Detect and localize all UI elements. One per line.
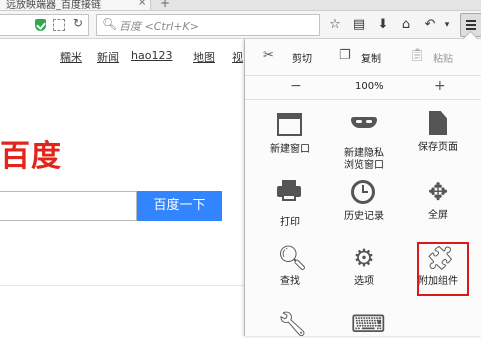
star-icon[interactable]: ☆ [326,16,344,34]
baidu-logo: 百度 [0,139,62,174]
addons-highlight-box [417,242,469,296]
developer-icon: ⌨ [351,310,386,338]
edit-controls: ✂ 剪切 ❐ 复制 📋︎ 粘贴 [245,39,481,76]
qr-icon[interactable] [53,19,65,31]
customize-wrench-icon: 🔧︎ [277,310,308,338]
options-button[interactable]: ⚙ 选项 [329,245,399,288]
fullscreen-button[interactable]: ✥ 全屏 [403,179,473,222]
tile-label: 全屏 [428,210,448,221]
nav-link-map[interactable]: 地图 [193,49,215,65]
download-icon[interactable]: ⬇ [374,16,392,34]
private-window-button[interactable]: 新建隐私浏览窗口 [329,111,399,172]
tile-label: 查找 [280,276,300,287]
zoom-level[interactable]: 100% [355,81,384,92]
undo-icon[interactable]: ↶ [421,16,439,34]
shield-icon[interactable] [35,19,46,31]
private-mask-icon [351,117,377,143]
nav-link-video[interactable]: 视 [232,49,243,65]
copy-button[interactable]: 复制 [361,50,381,65]
zoom-out-button[interactable]: − [290,78,302,94]
firefox-menu-panel: ✂ 剪切 ❐ 复制 📋︎ 粘贴 − 100% + 新建窗口 新建隐私浏览窗口 保… [244,39,481,337]
tile-label: 新建隐私浏览窗口 [344,148,384,171]
fullscreen-icon: ✥ [427,178,449,206]
baidu-search-button[interactable]: 百度一下 [137,191,222,221]
search-icon: 🔍︎ [102,17,118,31]
tab-strip: 远放映端器_百度接链 × + [0,0,481,11]
reading-list-icon[interactable]: ▤ [350,16,368,34]
save-page-icon [425,111,451,137]
navigation-toolbar: ↻ 🔍︎ 百度 <Ctrl+K> ☆ ▤ ⬇ ⌂ ↶ ▾ [0,11,481,39]
nav-link-hao123[interactable]: hao123 [131,49,172,62]
tile-label: 打印 [280,217,300,228]
find-button[interactable]: 🔍︎ 查找 [255,245,325,288]
tile-label: 选项 [354,276,374,287]
printer-icon [277,180,303,212]
dropdown-icon[interactable]: ▾ [438,16,456,34]
customize-button[interactable]: 🔧︎ [255,311,325,337]
tile-label: 保存页面 [418,142,458,153]
cut-button[interactable]: 剪切 [292,50,312,65]
close-tab-icon[interactable]: × [138,0,146,8]
options-gear-icon: ⚙ [353,244,375,272]
tile-label: 历史记录 [344,211,384,222]
paste-icon: 📋︎ [409,48,426,63]
reload-icon[interactable]: ↻ [73,16,83,30]
baidu-search-input[interactable] [0,191,137,221]
search-bar[interactable]: 🔍︎ 百度 <Ctrl+K> [96,14,320,36]
paste-button[interactable]: 粘贴 [433,50,453,65]
find-magnifier-icon: 🔍︎ [277,244,308,272]
active-tab[interactable]: 远放映端器_百度接链 × [0,0,151,10]
url-bar[interactable]: ↻ [0,14,89,36]
home-icon[interactable]: ⌂ [397,16,415,34]
tab-title: 远放映端器_百度接链 [6,0,101,10]
print-button[interactable]: 打印 [255,179,325,229]
history-clock-icon [351,180,377,206]
nav-link-news[interactable]: 新闻 [97,49,119,65]
new-window-button[interactable]: 新建窗口 [255,111,325,156]
new-window-icon [277,113,303,139]
history-button[interactable]: 历史记录 [329,179,399,223]
search-placeholder: 百度 <Ctrl+K> [119,20,199,33]
copy-icon: ❐ [339,48,351,63]
cut-icon: ✂ [263,48,274,63]
save-page-button[interactable]: 保存页面 [403,111,473,154]
zoom-in-button[interactable]: + [434,78,446,94]
divider [0,285,244,286]
nav-link-nuomi[interactable]: 糯米 [60,49,82,65]
zoom-controls: − 100% + [245,76,481,100]
tile-label: 新建窗口 [270,144,310,155]
developer-button[interactable]: ⌨ [329,311,399,337]
new-tab-button[interactable]: + [160,0,170,10]
